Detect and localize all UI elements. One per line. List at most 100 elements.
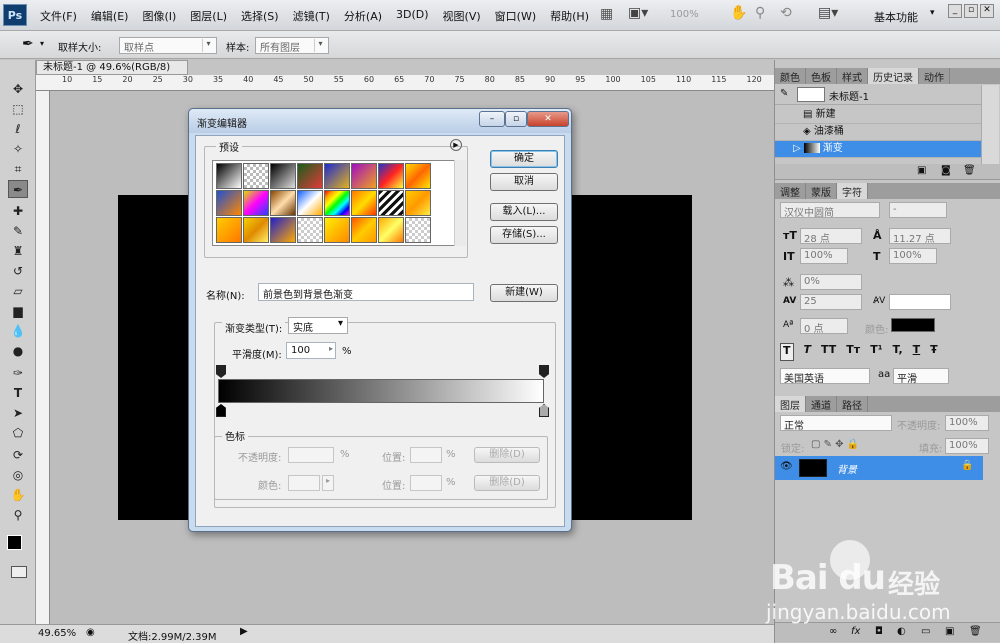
language-select[interactable]: 美国英语	[780, 368, 870, 385]
presets-menu-icon[interactable]: ▶	[450, 139, 462, 151]
faux-italic-button[interactable]: T	[804, 343, 812, 361]
text-color-swatch[interactable]	[891, 318, 935, 332]
preset-swatch[interactable]	[216, 217, 242, 243]
dialog-maximize-button[interactable]: ▫	[505, 111, 527, 127]
preset-swatch[interactable]	[351, 163, 377, 189]
horizontal-scale-field[interactable]: 100%	[889, 248, 937, 264]
eyedropper-icon[interactable]: ✒	[22, 36, 34, 52]
dodge-tool-icon[interactable]: ●	[8, 342, 28, 360]
preset-swatch[interactable]	[216, 163, 242, 189]
delete-opacity-stop-button[interactable]: 删除(D)	[474, 447, 540, 463]
preset-swatch[interactable]	[378, 217, 404, 243]
delete-color-stop-button[interactable]: 删除(D)	[474, 475, 540, 491]
history-brush-tool-icon[interactable]: ↺	[8, 262, 28, 280]
tab-history[interactable]: 历史记录	[868, 68, 919, 84]
load-button[interactable]: 载入(L)...	[490, 203, 558, 221]
sample-size-select[interactable]: 取样点 ▾	[119, 37, 217, 54]
status-menu-arrow-icon[interactable]: ▶	[240, 626, 248, 637]
stop-color-swatch[interactable]	[288, 475, 320, 491]
close-button[interactable]: ✕	[980, 4, 994, 18]
underline-button[interactable]: T	[913, 343, 921, 361]
new-document-icon[interactable]: ▣	[917, 165, 926, 176]
camera-icon[interactable]: ◙	[941, 165, 951, 176]
lasso-tool-icon[interactable]: ℓ	[8, 120, 28, 138]
preset-swatch[interactable]	[378, 190, 404, 216]
blend-mode-select[interactable]: 正常	[780, 415, 892, 432]
workspace-switcher[interactable]: 基本功能	[874, 9, 918, 25]
preset-swatch[interactable]	[243, 163, 269, 189]
preset-swatch[interactable]	[297, 190, 323, 216]
preset-swatch[interactable]	[270, 163, 296, 189]
baseline-field[interactable]: 0 点	[800, 318, 848, 335]
tab-masks[interactable]: 蒙版	[806, 183, 837, 199]
path-select-tool-icon[interactable]: ➤	[8, 404, 28, 422]
small-caps-button[interactable]: Tт	[846, 343, 860, 361]
restore-button[interactable]: ▫	[964, 4, 978, 18]
move-tool-icon[interactable]: ✥	[8, 80, 28, 98]
all-caps-button[interactable]: TT	[821, 343, 836, 361]
menu-select[interactable]: 选择(S)	[241, 8, 279, 24]
history-item[interactable]: ▤ 新建	[775, 107, 983, 124]
gradient-type-select[interactable]: 实底 ▾	[288, 317, 348, 334]
preset-swatch[interactable]	[270, 190, 296, 216]
lock-icons[interactable]: ▢ ✎ ✥ 🔒	[811, 439, 859, 450]
3d-rotate-tool-icon[interactable]: ⟳	[8, 446, 28, 464]
menu-image[interactable]: 图像(I)	[142, 8, 176, 24]
dialog-close-button[interactable]: ✕	[527, 111, 569, 127]
tsume-field[interactable]: 0%	[800, 274, 862, 290]
preset-swatch[interactable]	[243, 217, 269, 243]
document-tab[interactable]: 未标题-1 @ 49.6%(RGB/8) *✕	[36, 60, 188, 86]
stamp-tool-icon[interactable]: ♜	[8, 242, 28, 260]
hand-icon[interactable]: ✋	[730, 5, 747, 21]
bridge-icon[interactable]: ▦	[600, 6, 613, 22]
preset-swatch[interactable]	[378, 163, 404, 189]
3d-orbit-tool-icon[interactable]: ◎	[8, 466, 28, 484]
kerning-field[interactable]	[889, 294, 951, 310]
tab-character[interactable]: 字符	[837, 183, 868, 199]
hand-tool-icon[interactable]: ✋	[8, 486, 28, 504]
new-gradient-button[interactable]: 新建(W)	[490, 284, 558, 302]
tab-paths[interactable]: 路径	[837, 396, 868, 412]
chevron-down-icon[interactable]: ▾	[930, 8, 935, 18]
preset-swatch[interactable]	[324, 217, 350, 243]
preset-swatch[interactable]	[405, 217, 431, 243]
eyedropper-tool-icon[interactable]: ✒	[8, 180, 28, 198]
color-position-field[interactable]	[410, 475, 442, 491]
preset-swatch[interactable]	[297, 163, 323, 189]
presets-scrollbar[interactable]	[454, 160, 466, 246]
gradient-name-field[interactable]: 前景色到背景色渐变	[258, 283, 474, 301]
tab-styles[interactable]: 样式	[837, 68, 868, 84]
arrange-documents-icon[interactable]: ▤▾	[818, 5, 838, 21]
shape-tool-icon[interactable]: ⬠	[8, 424, 28, 442]
crop-tool-icon[interactable]: ⌗	[8, 160, 28, 178]
chevron-down-icon[interactable]: ▾	[40, 39, 44, 48]
font-family-select[interactable]: 汉仪中圆简	[780, 202, 880, 219]
antialias-select[interactable]: 平滑	[893, 368, 949, 385]
rotate-view-icon[interactable]: ⟲	[780, 5, 792, 21]
history-item[interactable]: ▷ 渐变	[775, 141, 983, 158]
save-button[interactable]: 存储(S)...	[490, 226, 558, 244]
preset-swatch[interactable]	[405, 163, 431, 189]
magic-wand-tool-icon[interactable]: ✧	[8, 140, 28, 158]
preset-swatch[interactable]	[405, 190, 431, 216]
eye-icon[interactable]: 👁	[780, 461, 793, 472]
pen-tool-icon[interactable]: ✑	[8, 364, 28, 382]
marquee-tool-icon[interactable]: ⬚	[8, 100, 28, 118]
layer-fill-field[interactable]: 100%	[945, 438, 989, 454]
tab-layers[interactable]: 图层	[775, 396, 806, 412]
menu-view[interactable]: 视图(V)	[443, 8, 481, 24]
screen-mode-icon[interactable]: ▣▾	[628, 5, 648, 21]
tracking-field[interactable]: 25	[800, 294, 862, 310]
layer-opacity-field[interactable]: 100%	[945, 415, 989, 431]
stop-color-menu-arrow-icon[interactable]: ▸	[322, 475, 334, 491]
gradient-tool-icon[interactable]: ▆	[8, 302, 28, 320]
font-size-field[interactable]: 28 点	[800, 228, 862, 245]
menu-filter[interactable]: 滤镜(T)	[293, 8, 330, 24]
menu-window[interactable]: 窗口(W)	[495, 8, 536, 24]
dialog-minimize-button[interactable]: –	[479, 111, 505, 127]
type-tool-icon[interactable]: T	[8, 384, 28, 402]
gradient-preview-bar[interactable]	[218, 379, 544, 403]
tab-actions[interactable]: 动作	[919, 68, 950, 84]
stop-opacity-field[interactable]	[288, 447, 334, 463]
history-scrollbar[interactable]	[981, 85, 999, 173]
